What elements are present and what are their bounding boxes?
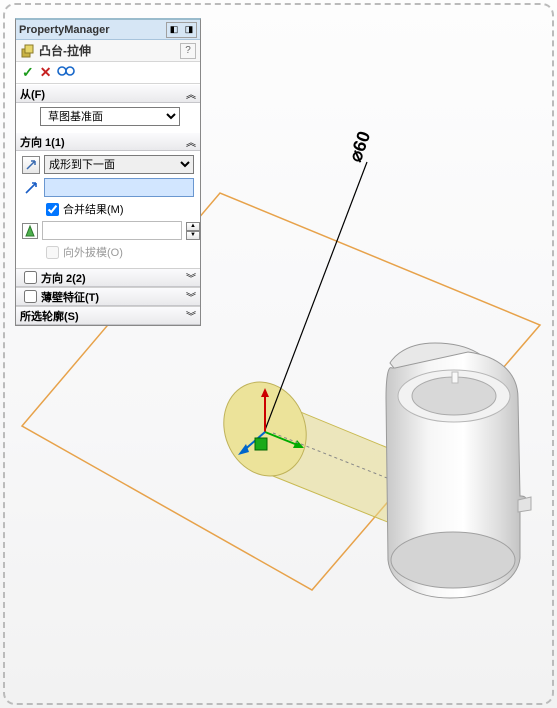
expand-icon: ︾ [186, 308, 196, 323]
collapse-icon: ︽ [186, 86, 196, 101]
spinner-down-icon[interactable]: ▼ [186, 231, 200, 240]
property-manager-title: PropertyManager [19, 24, 109, 36]
section-thin-header[interactable]: 薄壁特征(T) ︾ [16, 287, 200, 306]
part-body [386, 343, 531, 598]
section-from-body: 草图基准面 [16, 103, 200, 132]
cancel-button[interactable]: ✕ [40, 64, 52, 81]
thin-enable-checkbox[interactable] [24, 290, 37, 303]
pin-buttons[interactable]: ◧ ◨ [166, 22, 197, 38]
section-dir1-body: 成形到下一面 合并结果(M) ▲ ▼ 向外拔模(O) [16, 151, 200, 268]
section-contours-header[interactable]: 所选轮廓(S) ︾ [16, 306, 200, 325]
dir2-enable-checkbox[interactable] [24, 271, 37, 284]
pin-next-icon[interactable]: ◨ [182, 23, 196, 37]
expand-icon: ︾ [186, 289, 196, 304]
detailed-preview-button[interactable] [57, 64, 75, 81]
feature-title: 凸台-拉伸 [39, 42, 180, 59]
merge-result-checkbox[interactable] [46, 203, 59, 216]
draft-outward-row: 向外拔模(O) [46, 244, 194, 260]
action-row: ✓ ✕ [16, 62, 200, 84]
extrude-boss-icon [20, 43, 36, 59]
section-dir1-header[interactable]: 方向 1(1) ︽ [16, 132, 200, 151]
draft-spinner[interactable]: ▲ ▼ [186, 222, 200, 240]
draft-angle-input[interactable] [42, 221, 182, 240]
pin-prev-icon[interactable]: ◧ [167, 23, 181, 37]
section-from-header[interactable]: 从(F) ︽ [16, 84, 200, 103]
from-condition-select[interactable]: 草图基准面 [40, 107, 180, 126]
direction-reference-input[interactable] [44, 178, 194, 197]
merge-result-row[interactable]: 合并结果(M) [46, 201, 194, 217]
draft-icon[interactable] [22, 223, 38, 239]
help-button[interactable]: ? [180, 43, 196, 59]
collapse-icon: ︽ [186, 134, 196, 149]
spinner-up-icon[interactable]: ▲ [186, 222, 200, 231]
ok-button[interactable]: ✓ [22, 64, 34, 81]
property-manager-titlebar: PropertyManager ◧ ◨ [16, 20, 200, 40]
direction-vector-icon[interactable] [22, 179, 40, 197]
end-condition-select[interactable]: 成形到下一面 [44, 155, 194, 174]
draft-outward-checkbox [46, 246, 59, 259]
reverse-direction-button[interactable] [22, 156, 40, 174]
svg-text:⌀60: ⌀60 [345, 129, 374, 165]
property-manager-panel: PropertyManager ◧ ◨ 凸台-拉伸 ? ✓ ✕ 从(F) ︽ 草… [15, 18, 201, 326]
section-dir2-header[interactable]: 方向 2(2) ︾ [16, 268, 200, 287]
expand-icon: ︾ [186, 270, 196, 285]
feature-header: 凸台-拉伸 ? [16, 40, 200, 62]
